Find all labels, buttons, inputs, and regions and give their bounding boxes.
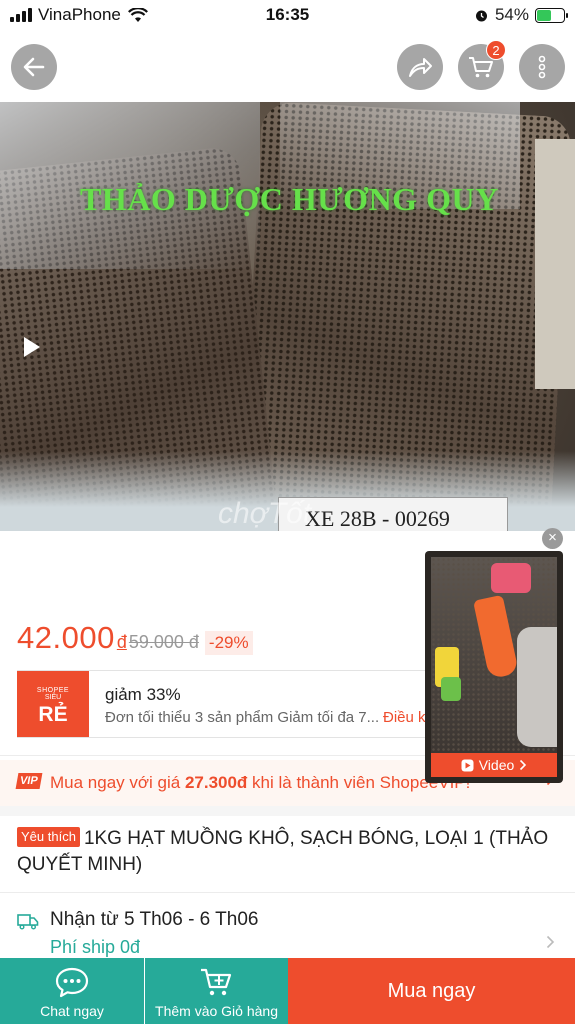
favorite-badge: Yêu thích [17, 827, 80, 847]
share-icon [409, 58, 432, 77]
add-to-cart-button[interactable]: Thêm vào Giỏ hàng [145, 958, 288, 1024]
top-nav: 2 [0, 30, 575, 102]
buy-now-label: Mua ngay [387, 979, 476, 1002]
more-options-button[interactable] [519, 44, 565, 90]
cart-button[interactable]: 2 [458, 40, 506, 90]
shipping-row[interactable]: Nhận từ 5 Th06 - 6 Th06 Phí ship 0đ [0, 892, 575, 958]
vip-badge: VIP [15, 773, 43, 789]
child-figure [517, 627, 557, 747]
image-overlay-text: THẢO DƯỢC HƯƠNG QUY [80, 181, 499, 217]
vip-text: Mua ngay với giá 27.300đ khi là thành vi… [50, 773, 470, 793]
voucher-title: giảm 33% [105, 685, 181, 704]
battery-icon [535, 7, 568, 23]
toy-orange [473, 594, 519, 680]
status-right: 54% [474, 5, 568, 25]
original-price: 59.000 đ [128, 632, 199, 652]
add-to-cart-icon [200, 968, 231, 996]
more-vertical-icon [538, 55, 546, 79]
close-video-button[interactable]: × [542, 528, 563, 549]
chat-now-label: Chat ngay [40, 1003, 104, 1019]
license-plate-text: XE 28B - 00269 [278, 497, 508, 531]
share-button[interactable] [397, 44, 443, 90]
price-row: 42.000 đ 59.000 đ -29% [17, 620, 253, 656]
buy-now-button[interactable]: Mua ngay [288, 958, 575, 1024]
toy-green [441, 677, 461, 701]
video-logo-icon [461, 759, 474, 771]
video-thumbnail [431, 557, 557, 753]
product-name: 1KG HẠT MUỒNG KHÔ, SẠCH BÓNG, LOẠI 1 (TH… [17, 828, 549, 875]
alarm-icon [475, 10, 487, 21]
video-label: Video [478, 757, 515, 773]
product-title: Yêu thích 1KG HẠT MUỒNG KHÔ, SẠCH BÓNG, L… [17, 826, 562, 878]
voucher-description: Đơn tối thiểu 3 sản phẩm Giảm tối đa 7..… [105, 709, 380, 726]
price-currency: đ [116, 632, 127, 652]
logo-line-3: RẺ [38, 703, 68, 726]
status-bar: VinaPhone 16:35 54% [0, 0, 575, 30]
floating-video[interactable]: Video [425, 551, 563, 783]
back-arrow-icon [23, 57, 45, 77]
chevron-right-icon [546, 935, 555, 949]
battery-percent: 54% [494, 5, 529, 24]
add-to-cart-label: Thêm vào Giỏ hàng [155, 1003, 278, 1019]
toy-pink [491, 563, 531, 593]
product-image-carousel[interactable]: THẢO DƯỢC HƯƠNG QUY XE 28B - 00269 chợTố… [0, 99, 575, 531]
bottom-action-bar: Chat ngay Thêm vào Giỏ hàng Mua ngay [0, 958, 575, 1024]
image-watermark: chợTốt [218, 497, 312, 530]
shopee-sieu-re-logo: SHOPEE SIÊU RẺ [17, 671, 89, 737]
delivery-estimate: Nhận từ 5 Th06 - 6 Th06 [50, 909, 259, 930]
cart-count-badge: 2 [486, 40, 506, 60]
truck-icon [17, 914, 39, 930]
current-price: 42.000 [17, 620, 115, 655]
video-label-bar[interactable]: Video [431, 753, 557, 777]
chevron-right-icon [520, 759, 527, 771]
voucher-card[interactable]: SHOPEE SIÊU RẺ giảm 33% Đơn tối thiểu 3 … [17, 670, 432, 738]
background-box [535, 139, 575, 389]
play-icon[interactable] [22, 335, 42, 359]
chat-icon [55, 967, 89, 998]
discount-badge: -29% [204, 631, 253, 655]
voucher-terms-link[interactable]: Điều k [383, 709, 426, 726]
logo-line-2: SIÊU [44, 694, 62, 701]
chat-now-button[interactable]: Chat ngay [0, 958, 144, 1024]
vip-price: 27.300đ [184, 773, 248, 792]
logo-line-1: SHOPEE [36, 687, 70, 694]
section-gap [0, 806, 575, 816]
back-button[interactable] [11, 44, 57, 90]
vip-text-before: Mua ngay với giá [50, 773, 185, 792]
shipping-fee: Phí ship 0đ [50, 937, 141, 957]
